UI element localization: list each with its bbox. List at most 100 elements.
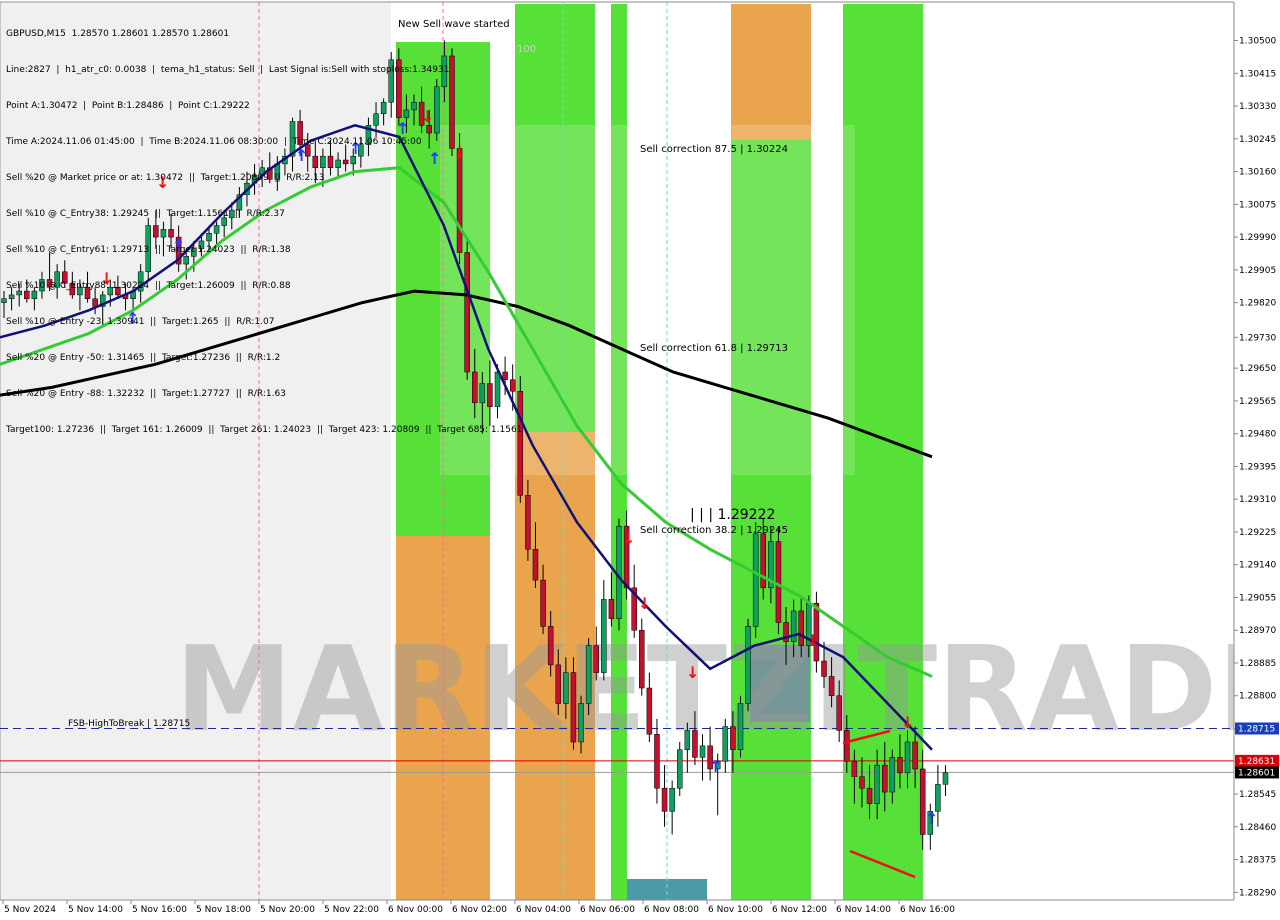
down-arrow-icon: ↓ bbox=[638, 594, 651, 613]
y-tick-label: 1.29820 bbox=[1239, 299, 1276, 309]
y-tick-label: 1.30415 bbox=[1239, 69, 1276, 79]
x-tick-label: 6 Nov 02:00 bbox=[452, 905, 507, 915]
symbol-line: GBPUSD,M15 1.28570 1.28601 1.28570 1.286… bbox=[6, 29, 230, 39]
info-line: Point A:1.30472 | Point B:1.28486 | Poin… bbox=[6, 101, 250, 111]
candle-body bbox=[904, 741, 911, 774]
x-tick-label: 6 Nov 14:00 bbox=[836, 905, 891, 915]
candle-body bbox=[737, 703, 744, 750]
x-tick-label: 6 Nov 16:00 bbox=[900, 905, 955, 915]
candle-body bbox=[547, 626, 554, 666]
candle-body bbox=[730, 726, 736, 750]
fsb-price-tag: 1.28715 bbox=[1238, 724, 1275, 734]
y-tick-label: 1.28885 bbox=[1239, 659, 1276, 669]
y-tick-label: 1.30245 bbox=[1239, 135, 1276, 145]
candle-body bbox=[935, 784, 941, 812]
candle-body bbox=[540, 579, 546, 627]
y-tick-label: 1.30160 bbox=[1239, 168, 1276, 178]
candle-body bbox=[722, 726, 729, 762]
candle-body bbox=[676, 749, 683, 789]
fsb-label: FSB-HighToBreak | 1.28715 bbox=[68, 719, 190, 729]
candle-body bbox=[836, 695, 842, 731]
y-tick-label: 1.28375 bbox=[1239, 856, 1276, 866]
x-tick-label: 6 Nov 06:00 bbox=[580, 905, 635, 915]
candle-body bbox=[684, 730, 691, 750]
info-line: Sell %20 @ Market price or at: 1.30472 |… bbox=[6, 173, 325, 183]
sell-correction-618: Sell correction 61.8 | 1.29713 bbox=[640, 343, 788, 354]
candle-body bbox=[555, 664, 562, 704]
candle-body bbox=[616, 525, 622, 619]
info-panel: GBPUSD,M15 1.28570 1.28601 1.28570 1.286… bbox=[6, 4, 522, 448]
candle-body bbox=[798, 610, 804, 646]
candle-body bbox=[593, 645, 599, 673]
candle-body bbox=[874, 764, 880, 804]
candle-body bbox=[844, 730, 850, 762]
y-tick-label: 1.28460 bbox=[1239, 823, 1276, 833]
y-tick-label: 1.28290 bbox=[1239, 888, 1276, 898]
info-line: Sell %10 @ C_Entry38: 1.29245 || Target:… bbox=[6, 209, 285, 219]
y-tick-label: 1.29140 bbox=[1239, 561, 1276, 571]
y-tick-label: 1.30330 bbox=[1239, 102, 1276, 112]
candle-body bbox=[745, 626, 751, 704]
y-tick-label: 1.29395 bbox=[1239, 462, 1276, 472]
candle-body bbox=[669, 787, 675, 812]
y-tick-label: 1.28970 bbox=[1239, 626, 1276, 636]
info-line: Sell %10 @ C_Entry61: 1.29713 || Target:… bbox=[6, 245, 291, 255]
info-line: Sell %20 @ Entry -50: 1.31465 || Target:… bbox=[6, 353, 281, 363]
up-arrow-icon: ↑ bbox=[925, 809, 938, 828]
red-level-tag: 1.28631 bbox=[1238, 757, 1275, 767]
candle-body bbox=[654, 734, 660, 789]
down-arrow-icon: ↓ bbox=[686, 663, 699, 682]
candle-body bbox=[760, 533, 767, 589]
info-line: Time A:2024.11.06 01:45:00 | Time B:2024… bbox=[6, 137, 422, 147]
point-c-label: | | | 1.29222 bbox=[690, 507, 775, 523]
y-tick-label: 1.28800 bbox=[1239, 692, 1276, 702]
sell-correction-875: Sell correction 87.5 | 1.30224 bbox=[640, 144, 788, 155]
x-tick-label: 5 Nov 14:00 bbox=[68, 905, 123, 915]
info-line: Target100: 1.27236 || Target 161: 1.2600… bbox=[6, 425, 523, 435]
x-tick-label: 5 Nov 16:00 bbox=[132, 905, 187, 915]
candle-body bbox=[525, 495, 531, 550]
candle-body bbox=[912, 741, 918, 770]
x-tick-label: 5 Nov 22:00 bbox=[324, 905, 379, 915]
down-arrow-icon: ↓ bbox=[901, 713, 914, 732]
y-tick-label: 1.30500 bbox=[1239, 37, 1276, 47]
x-tick-label: 6 Nov 12:00 bbox=[772, 905, 827, 915]
y-tick-label: 1.29480 bbox=[1239, 430, 1276, 440]
candle-body bbox=[752, 533, 759, 627]
x-tick-label: 6 Nov 04:00 bbox=[516, 905, 571, 915]
x-tick-label: 5 Nov 20:00 bbox=[260, 905, 315, 915]
down-arrow-icon: ↓ bbox=[622, 529, 635, 548]
x-tick-label: 6 Nov 00:00 bbox=[388, 905, 443, 915]
sell-correction-382: Sell correction 38.2 | 1.29245 bbox=[640, 525, 788, 536]
y-tick-label: 1.29650 bbox=[1239, 364, 1276, 374]
x-tick-label: 5 Nov 2024 bbox=[4, 905, 56, 915]
candle-body bbox=[897, 757, 903, 774]
y-tick-label: 1.29730 bbox=[1239, 333, 1276, 343]
candle-body bbox=[775, 541, 782, 623]
y-tick-label: 1.29310 bbox=[1239, 495, 1276, 505]
candle-body bbox=[661, 787, 668, 812]
candle-body bbox=[881, 764, 888, 793]
candle-body bbox=[699, 745, 706, 758]
y-tick-label: 1.29565 bbox=[1239, 397, 1276, 407]
teal-block bbox=[627, 879, 707, 900]
candle-body bbox=[585, 645, 592, 704]
time-axis: 5 Nov 2024 5 Nov 14:00 5 Nov 16:00 5 Nov 18… bbox=[0, 899, 1280, 920]
candle-body bbox=[859, 776, 865, 789]
candle-body bbox=[942, 772, 949, 785]
candle-body bbox=[532, 549, 539, 581]
candle-body bbox=[639, 629, 645, 689]
candle-body bbox=[563, 672, 569, 704]
candle-body bbox=[828, 676, 835, 696]
info-line: Line:2827 | h1_atr_c0: 0.0038 | tema_h1_… bbox=[6, 65, 450, 75]
candle-body bbox=[646, 687, 653, 735]
y-tick-label: 1.28545 bbox=[1239, 790, 1276, 800]
candle-body bbox=[601, 599, 607, 673]
y-tick-label: 1.29055 bbox=[1239, 593, 1276, 603]
x-tick-label: 6 Nov 10:00 bbox=[708, 905, 763, 915]
info-line: Sell %10 @ C_Entry88: 1.30224 || Target:… bbox=[6, 281, 291, 291]
info-line: Sell %20 @ Entry -88: 1.32232 || Target:… bbox=[6, 389, 286, 399]
candle-body bbox=[608, 599, 615, 619]
candle-body bbox=[570, 672, 577, 743]
info-line: Sell %10 @ Entry -23: 1.30941 || Target:… bbox=[6, 317, 275, 327]
